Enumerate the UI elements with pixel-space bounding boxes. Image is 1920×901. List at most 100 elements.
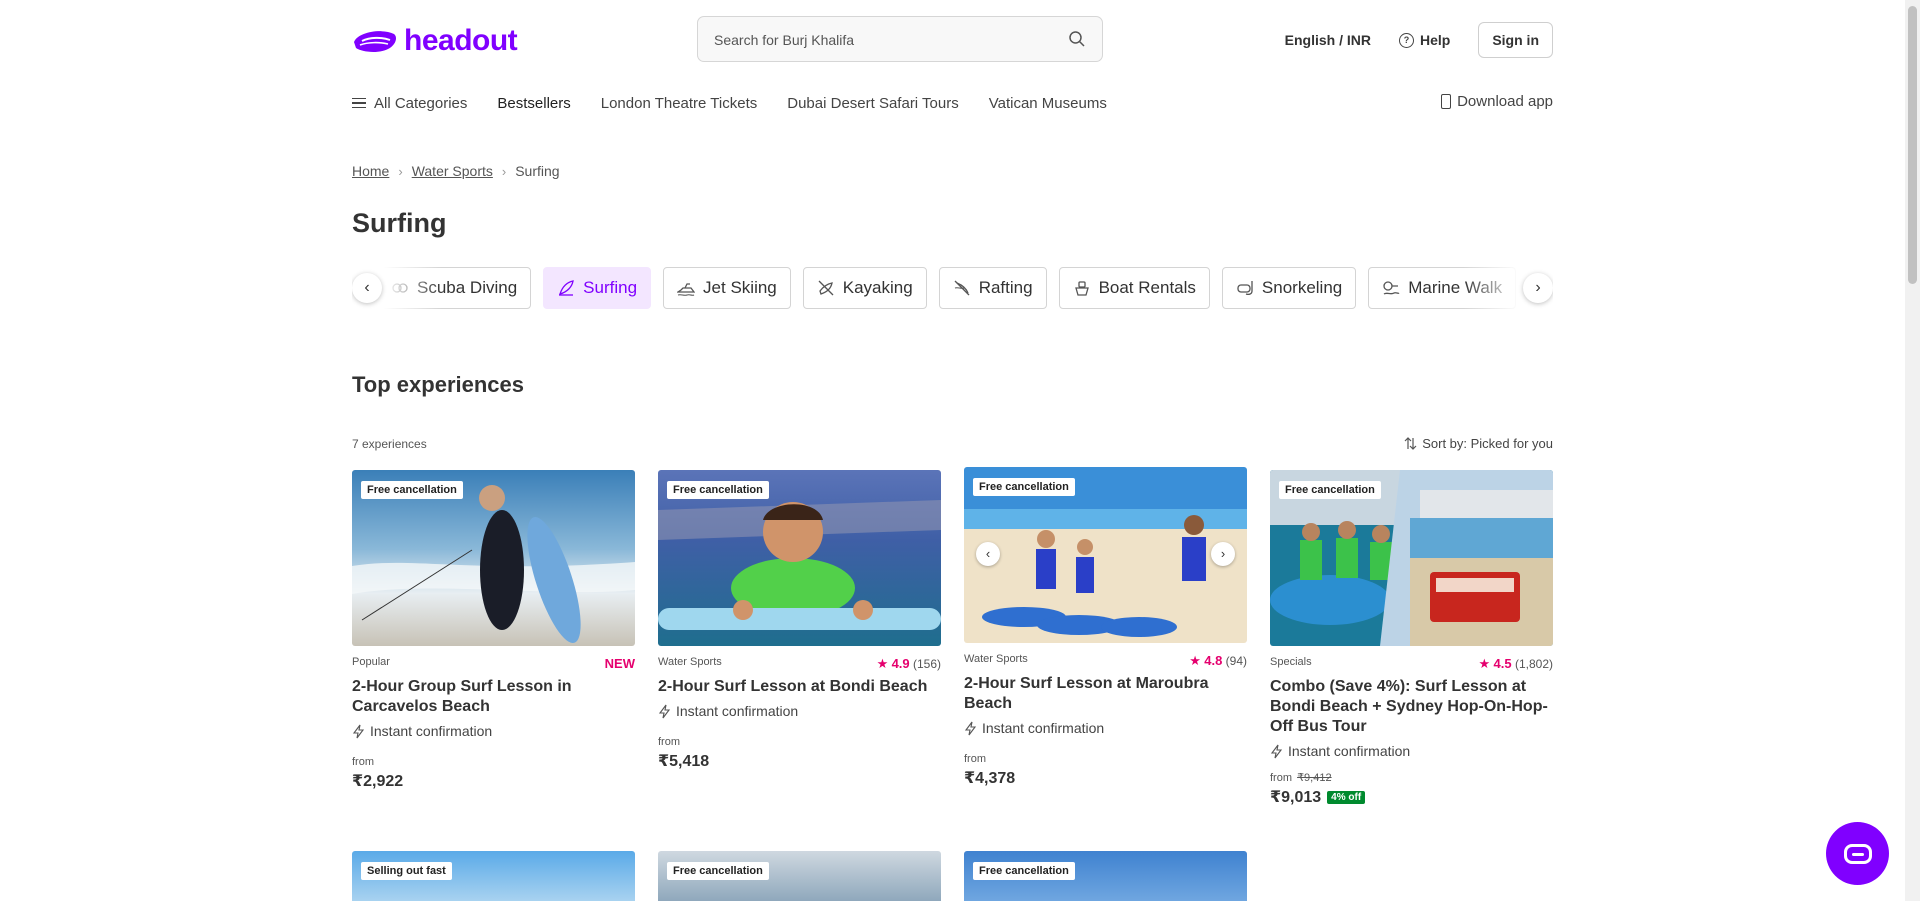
experience-image[interactable]: Free cancellation (658, 851, 941, 901)
experience-card[interactable]: Free cancellation Popular NEW 2-Hour Gro… (352, 470, 635, 791)
image-next-button[interactable]: › (1211, 542, 1235, 566)
price-row: ₹4,378 (964, 768, 1247, 788)
experience-card[interactable]: Free cancellation (658, 851, 941, 901)
card-title[interactable]: 2-Hour Surf Lesson at Bondi Beach (658, 677, 941, 697)
download-app-link[interactable]: Download app (1441, 93, 1553, 110)
rating-value: 4.8 (1204, 653, 1223, 668)
star-icon: ★ (876, 656, 889, 671)
badge: Free cancellation (973, 478, 1075, 496)
chip-surfing[interactable]: Surfing (543, 267, 652, 309)
language-currency-selector[interactable]: English / INR (1285, 32, 1371, 48)
rating: ★ 4.5 (1,802) (1479, 656, 1553, 672)
discount-badge: 4% off (1327, 790, 1366, 804)
card-title[interactable]: 2-Hour Group Surf Lesson in Carcavelos B… (352, 677, 635, 717)
experience-card[interactable]: Selling out fast (352, 851, 635, 901)
chevron-right-icon: › (1535, 279, 1541, 296)
scrollbar-thumb[interactable] (1908, 6, 1917, 284)
chevron-right-icon: › (501, 163, 507, 179)
nav-item-london-theatre[interactable]: London Theatre Tickets (601, 95, 758, 112)
experience-card[interactable]: Free cancellation ‹ › Water Sports ★ 4.8… (964, 467, 1247, 788)
experience-card[interactable]: Free cancellation Specials ★ 4.5 (1,802)… (1270, 470, 1553, 807)
rating: ★ 4.8 (94) (1189, 653, 1247, 669)
experience-card[interactable]: Free cancellation Water Sports ★ 4.9 (15… (658, 470, 941, 771)
chip-label: Surfing (583, 278, 638, 297)
header-actions: English / INR ? Help Sign in (1285, 22, 1553, 58)
price-row: ₹5,418 (658, 751, 941, 771)
price-from: from (658, 736, 680, 748)
price: ₹4,378 (964, 770, 1016, 787)
help-label: Help (1419, 32, 1451, 48)
category-nav: All Categories Bestsellers London Theatr… (352, 92, 1553, 114)
chip-snorkeling[interactable]: Snorkeling (1221, 267, 1357, 309)
chip-label: Kayaking (842, 278, 913, 297)
new-tag: NEW (604, 656, 635, 671)
star-icon: ★ (1478, 656, 1491, 671)
nav-item-vatican-museums[interactable]: Vatican Museums (989, 95, 1107, 112)
instant-confirmation-label: Instant confirmation (370, 723, 493, 739)
experience-image[interactable]: Selling out fast (352, 851, 635, 901)
experience-image[interactable]: Free cancellation (658, 470, 941, 646)
experience-image[interactable]: Free cancellation (352, 470, 635, 646)
results-meta: 7 experiences Sort by: Picked for you (352, 436, 1553, 454)
subcategory-track: Scuba Diving Surfing Jet Skiing Kayaking… (377, 267, 1517, 309)
sort-dropdown[interactable]: Sort by: Picked for you (1404, 436, 1553, 451)
card-title[interactable]: 2-Hour Surf Lesson at Maroubra Beach (964, 674, 1247, 714)
price: ₹9,013 (1270, 789, 1322, 806)
experience-image[interactable]: Free cancellation (1270, 470, 1553, 646)
chat-icon (1843, 843, 1872, 864)
experience-image[interactable]: Free cancellation ‹ › (964, 467, 1247, 643)
lightning-icon (352, 724, 365, 738)
carousel-next-button[interactable]: › (1523, 273, 1553, 303)
instant-confirmation: Instant confirmation (964, 720, 1247, 736)
help-link[interactable]: ? Help (1398, 32, 1451, 48)
price-row: ₹2,922 (352, 771, 635, 791)
breadcrumb-home[interactable]: Home (352, 163, 389, 179)
page-title: Surfing (352, 208, 447, 238)
breadcrumb-water-sports[interactable]: Water Sports (412, 163, 493, 179)
chip-jet-skiing[interactable]: Jet Skiing (663, 267, 791, 309)
nav-item-dubai-desert-safari[interactable]: Dubai Desert Safari Tours (787, 95, 958, 112)
chip-kayaking[interactable]: Kayaking (802, 267, 927, 309)
lightning-icon (964, 721, 977, 735)
carousel-prev-button[interactable]: ‹ (352, 273, 382, 303)
experience-count: 7 experiences (352, 437, 427, 451)
help-icon: ? (1398, 32, 1414, 48)
experience-grid: Free cancellation Popular NEW 2-Hour Gro… (352, 467, 1553, 830)
price-from: from (964, 753, 986, 765)
chip-label: Rafting (978, 278, 1033, 297)
search-input[interactable]: Search for Burj Khalifa (714, 32, 854, 48)
subcategory-carousel: Scuba Diving Surfing Jet Skiing Kayaking… (352, 267, 1553, 311)
search-bar[interactable]: Search for Burj Khalifa (697, 16, 1103, 62)
logo-mark-icon (354, 31, 396, 52)
instant-confirmation-label: Instant confirmation (676, 703, 799, 719)
page-scrollbar[interactable] (1905, 0, 1920, 901)
experience-image[interactable]: Free cancellation (964, 851, 1247, 901)
original-price: ₹9,412 (1297, 772, 1332, 784)
review-count: (1,802) (1514, 657, 1553, 671)
card-category: Water Sports (964, 653, 1028, 665)
breadcrumb: Home › Water Sports › Surfing (352, 163, 1553, 179)
all-categories-menu[interactable]: All Categories (352, 95, 467, 112)
chat-support-button[interactable] (1826, 822, 1889, 885)
kayak-icon (818, 280, 834, 296)
nav-item-bestsellers[interactable]: Bestsellers (497, 95, 570, 112)
image-prev-button[interactable]: ‹ (976, 542, 1000, 566)
card-meta-row: Water Sports ★ 4.8 (94) (964, 653, 1247, 669)
headout-logo[interactable]: headout (352, 24, 518, 58)
badge: Free cancellation (973, 862, 1075, 880)
download-app-label: Download app (1457, 93, 1553, 110)
rating: ★ 4.9 (156) (877, 656, 941, 672)
chip-label: Snorkeling (1261, 278, 1343, 297)
instant-confirmation-label: Instant confirmation (1288, 743, 1411, 759)
card-title[interactable]: Combo (Save 4%): Surf Lesson at Bondi Be… (1270, 677, 1553, 737)
badge: Free cancellation (667, 481, 769, 499)
price-row: ₹9,013 4% off (1270, 787, 1553, 807)
hamburger-icon (352, 97, 366, 109)
chip-boat-rentals[interactable]: Boat Rentals (1058, 267, 1210, 309)
chip-rafting[interactable]: Rafting (938, 267, 1047, 309)
experience-card[interactable]: Free cancellation (964, 851, 1247, 901)
sign-in-button[interactable]: Sign in (1478, 22, 1553, 58)
search-icon[interactable] (1068, 30, 1086, 48)
card-meta-row: Water Sports ★ 4.9 (156) (658, 656, 941, 672)
star-icon: ★ (1189, 653, 1201, 668)
